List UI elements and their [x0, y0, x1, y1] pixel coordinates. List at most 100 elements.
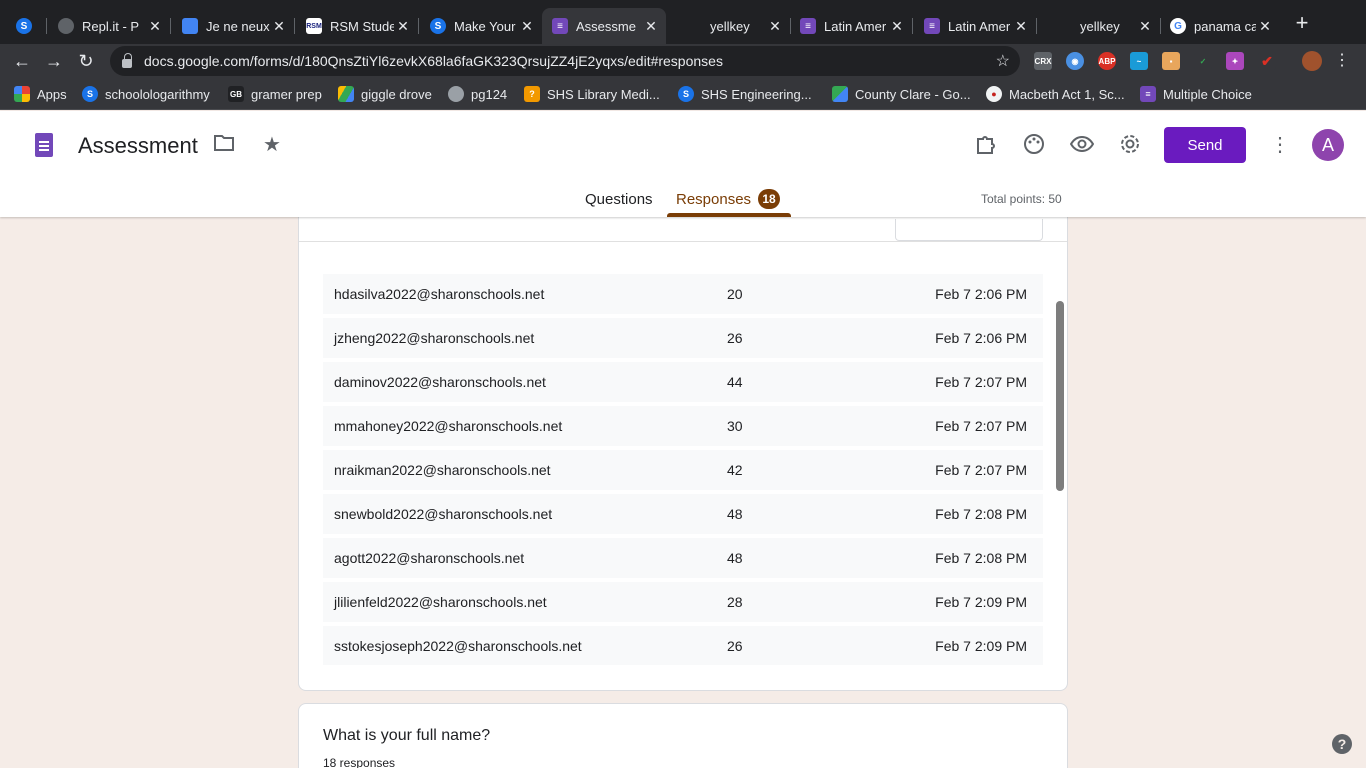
- more-options-icon[interactable]: ⋮: [1268, 133, 1292, 157]
- tab-schoology[interactable]: S: [6, 8, 46, 44]
- tab-title: Latin Amer: [948, 18, 1011, 34]
- response-time: Feb 7 2:08 PM: [935, 506, 1027, 522]
- tab-title: Assessme: [576, 18, 636, 34]
- bookmark-county-clare[interactable]: County Clare - Go...: [832, 84, 971, 104]
- blank-icon: [1048, 18, 1064, 34]
- bookmark-schoolologarithmy[interactable]: S schoolologarithmy: [82, 84, 210, 104]
- partial-control[interactable]: [895, 219, 1043, 241]
- crx-extension-icon[interactable]: CRX: [1034, 52, 1052, 70]
- tab-latin-amer-2[interactable]: ≡ Latin Amer ✕: [914, 8, 1036, 44]
- response-time: Feb 7 2:08 PM: [935, 550, 1027, 566]
- rsm-icon: RSM: [306, 18, 322, 34]
- send-button[interactable]: Send: [1164, 127, 1246, 163]
- tab-title: Latin Amer: [824, 18, 887, 34]
- tab-docs[interactable]: Je ne neux ✕: [172, 8, 294, 44]
- leaf-extension-icon[interactable]: ✓: [1194, 52, 1212, 70]
- bookmark-star-icon[interactable]: ☆: [996, 51, 1010, 71]
- tab-title: Make Your: [454, 18, 516, 34]
- forward-arrow-icon[interactable]: →: [42, 49, 66, 73]
- table-row[interactable]: nraikman2022@sharonschools.net 42 Feb 7 …: [323, 450, 1043, 490]
- close-icon[interactable]: ✕: [1012, 18, 1030, 35]
- owl-extension-icon[interactable]: ◉: [1066, 52, 1084, 70]
- tab-yellkey[interactable]: yellkey ✕: [668, 8, 790, 44]
- tab-replit[interactable]: Repl.it - P ✕: [48, 8, 170, 44]
- addon-puzzle-icon[interactable]: [974, 133, 998, 157]
- globe-icon: [448, 86, 464, 102]
- forms-logo-icon[interactable]: [35, 133, 53, 157]
- tab-rsm[interactable]: RSM RSM Stude ✕: [296, 8, 418, 44]
- reload-icon[interactable]: ↻: [74, 49, 98, 73]
- bookmark-label: Multiple Choice: [1163, 86, 1252, 102]
- tab-latin-amer-1[interactable]: ≡ Latin Amer ✕: [790, 8, 912, 44]
- tab-make-your[interactable]: S Make Your ✕: [420, 8, 542, 44]
- table-row[interactable]: sstokesjoseph2022@sharonschools.net 26 F…: [323, 626, 1043, 665]
- bookmark-label: SHS Library Medi...: [547, 86, 660, 102]
- bookmark-pg124[interactable]: pg124: [448, 84, 507, 104]
- palette-icon[interactable]: [1022, 133, 1046, 157]
- wave-extension-icon[interactable]: ~: [1130, 52, 1148, 70]
- tab-panama[interactable]: G panama ca ✕: [1160, 8, 1280, 44]
- form-title[interactable]: Assessment: [78, 133, 198, 159]
- bookmark-giggle-drove[interactable]: giggle drove: [338, 84, 432, 104]
- close-icon[interactable]: ✕: [766, 18, 784, 35]
- bookmark-multiple-choice[interactable]: ≡ Multiple Choice: [1140, 84, 1252, 104]
- table-row[interactable]: jlilienfeld2022@sharonschools.net 28 Feb…: [323, 582, 1043, 622]
- table-row[interactable]: mmahoney2022@sharonschools.net 30 Feb 7 …: [323, 406, 1043, 446]
- table-row[interactable]: agott2022@sharonschools.net 48 Feb 7 2:0…: [323, 538, 1043, 578]
- respondent-score: 20: [727, 286, 743, 302]
- gbi-icon: GB: [228, 86, 244, 102]
- tab-yellkey-2[interactable]: yellkey ✕: [1038, 8, 1160, 44]
- close-icon[interactable]: ✕: [1256, 18, 1274, 35]
- close-icon[interactable]: ✕: [518, 18, 536, 35]
- scrollbar-thumb[interactable]: [1056, 301, 1064, 491]
- table-row[interactable]: jzheng2022@sharonschools.net 26 Feb 7 2:…: [323, 318, 1043, 358]
- address-bar[interactable]: docs.google.com/forms/d/180QnsZtiYl6zevk…: [110, 46, 1020, 76]
- response-time: Feb 7 2:09 PM: [935, 638, 1027, 654]
- bookmark-shs-library[interactable]: ? SHS Library Medi...: [524, 84, 660, 104]
- close-icon[interactable]: ✕: [146, 18, 164, 35]
- bookmark-macbeth[interactable]: ● Macbeth Act 1, Sc...: [986, 84, 1125, 104]
- account-avatar[interactable]: A: [1312, 129, 1344, 161]
- library-icon: ?: [524, 86, 540, 102]
- help-icon[interactable]: ?: [1332, 734, 1352, 754]
- bookmark-gramer-prep[interactable]: GB gramer prep: [228, 84, 322, 104]
- forms-icon: ≡: [800, 18, 816, 34]
- table-row[interactable]: daminov2022@sharonschools.net 44 Feb 7 2…: [323, 362, 1043, 402]
- cat-extension-icon[interactable]: ▪: [1162, 52, 1180, 70]
- colorful-extension-icon[interactable]: ✦: [1226, 52, 1244, 70]
- adblock-extension-icon[interactable]: ABP: [1098, 52, 1116, 70]
- respondent-email: jlilienfeld2022@sharonschools.net: [334, 594, 547, 610]
- more-vert-icon[interactable]: ⋮: [1330, 49, 1354, 73]
- close-icon[interactable]: ✕: [888, 18, 906, 35]
- list-scrollbar[interactable]: [1053, 267, 1065, 665]
- close-icon[interactable]: ✕: [394, 18, 412, 35]
- back-arrow-icon[interactable]: ←: [10, 49, 34, 73]
- respondent-email: daminov2022@sharonschools.net: [334, 374, 546, 390]
- close-icon[interactable]: ✕: [642, 18, 660, 35]
- close-icon[interactable]: ✕: [1136, 18, 1154, 35]
- close-icon[interactable]: ✕: [270, 18, 288, 35]
- table-row[interactable]: hdasilva2022@sharonschools.net 20 Feb 7 …: [323, 274, 1043, 314]
- bookmark-apps[interactable]: Apps: [14, 84, 67, 104]
- preview-eye-icon[interactable]: [1069, 133, 1095, 157]
- bookmark-label: pg124: [471, 86, 508, 102]
- table-row[interactable]: snewbold2022@sharonschools.net 48 Feb 7 …: [323, 494, 1043, 534]
- star-icon[interactable]: ★: [260, 133, 284, 157]
- settings-gear-icon[interactable]: [1118, 133, 1142, 157]
- tab-questions[interactable]: Questions: [585, 191, 653, 208]
- tab-separator: [912, 18, 913, 34]
- folder-icon[interactable]: [212, 133, 236, 157]
- bookmark-shs-engineering[interactable]: S SHS Engineering...: [678, 84, 812, 104]
- respondent-score: 48: [727, 506, 743, 522]
- new-tab-icon[interactable]: +: [1290, 12, 1314, 36]
- red-check-extension-icon[interactable]: ✔: [1258, 52, 1276, 70]
- google-icon: G: [1170, 18, 1186, 34]
- tab-assessment[interactable]: ≡ Assessme ✕: [542, 8, 666, 44]
- browser-tab-strip: S Repl.it - P ✕ Je ne neux ✕ RSM RSM Stu…: [0, 0, 1366, 44]
- bookmark-label: gramer prep: [251, 86, 322, 102]
- tab-separator: [170, 18, 171, 34]
- tab-responses[interactable]: Responses: [676, 191, 751, 208]
- url-text[interactable]: docs.google.com/forms/d/180QnsZtiYl6zevk…: [144, 53, 996, 69]
- profile-avatar-icon[interactable]: [1302, 51, 1322, 71]
- respondent-email: hdasilva2022@sharonschools.net: [334, 286, 545, 302]
